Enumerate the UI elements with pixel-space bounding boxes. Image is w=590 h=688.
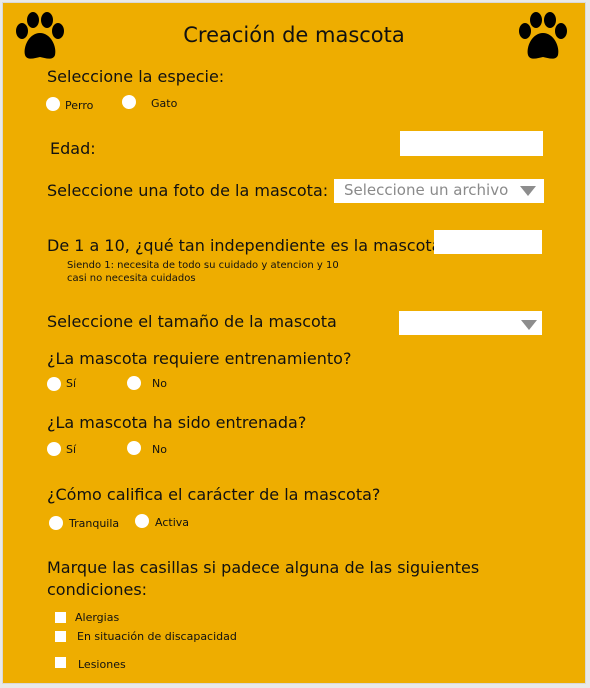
trained-label: ¿La mascota ha sido entrenada? (47, 413, 307, 432)
pet-creation-form: Creación de mascota Seleccione la especi… (2, 2, 586, 684)
trained-no-radio[interactable] (127, 441, 141, 455)
independence-label: De 1 a 10, ¿qué tan independiente es la … (47, 236, 450, 255)
age-label: Edad: (50, 139, 96, 158)
age-input[interactable] (400, 131, 543, 156)
chevron-down-icon (521, 320, 537, 330)
training-required-yes-label: Sí (66, 377, 77, 390)
conditions-label: Marque las casillas si padece alguna de … (47, 558, 480, 599)
species-cat-radio[interactable] (122, 95, 136, 109)
chevron-down-icon (520, 186, 536, 196)
photo-placeholder: Seleccione un archivo (344, 181, 509, 199)
training-required-no-label: No (152, 377, 167, 390)
character-active-radio[interactable] (135, 514, 149, 528)
independence-help: Siendo 1: necesita de todo su cuidado y … (67, 260, 339, 284)
condition-allergies-checkbox[interactable] (55, 612, 66, 623)
character-calm-radio[interactable] (49, 516, 63, 530)
condition-disability-label: En situación de discapacidad (77, 630, 237, 643)
character-label: ¿Cómo califica el carácter de la mascota… (47, 485, 381, 504)
size-label: Seleccione el tamaño de la mascota (47, 312, 337, 331)
condition-injuries-checkbox[interactable] (55, 657, 66, 668)
condition-allergies-label: Alergias (75, 611, 120, 624)
species-dog-radio[interactable] (46, 97, 60, 111)
species-dog-label: Perro (65, 99, 94, 112)
photo-file-select[interactable]: Seleccione un archivo (334, 179, 544, 203)
species-label: Seleccione la especie: (47, 67, 225, 86)
character-calm-label: Tranquila (69, 517, 120, 530)
page-title: Creación de mascota (183, 23, 405, 47)
photo-label: Seleccione una foto de la mascota: (47, 181, 329, 200)
training-required-no-radio[interactable] (127, 376, 141, 390)
condition-disability-checkbox[interactable] (55, 631, 66, 642)
training-required-yes-radio[interactable] (47, 377, 61, 391)
independence-input[interactable] (434, 230, 542, 254)
size-select[interactable] (399, 311, 542, 335)
training-required-label: ¿La mascota requiere entrenamiento? (47, 349, 352, 368)
trained-no-label: No (152, 443, 167, 456)
species-cat-label: Gato (151, 97, 178, 110)
character-active-label: Activa (155, 516, 189, 529)
trained-yes-radio[interactable] (47, 442, 61, 456)
condition-injuries-label: Lesiones (78, 658, 126, 671)
trained-yes-label: Sí (66, 443, 77, 456)
